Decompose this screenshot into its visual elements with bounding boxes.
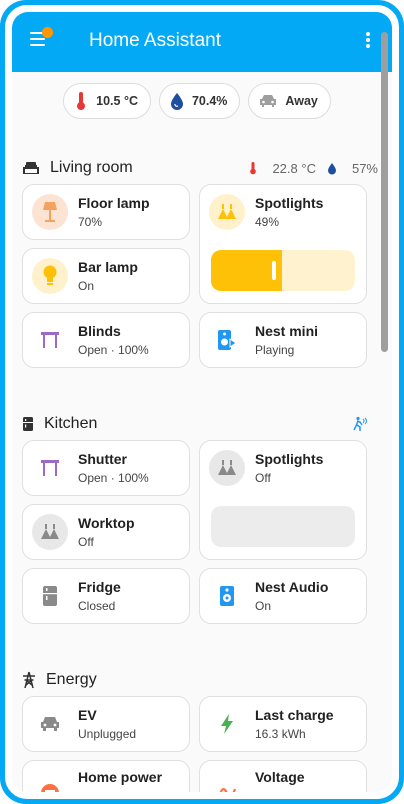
kitchen-spotlights-state: Off <box>255 470 271 485</box>
last-charge-name: Last charge <box>255 706 334 723</box>
spotlight-icon[interactable] <box>209 450 245 486</box>
sofa-icon <box>23 162 39 174</box>
scrollbar-thumb[interactable] <box>381 32 388 352</box>
notification-badge <box>42 27 53 38</box>
nest-mini-card[interactable]: Nest mini Playing <box>199 312 367 368</box>
car-icon[interactable] <box>32 706 68 742</box>
car-badge[interactable]: Away <box>248 83 331 119</box>
fridge-state: Closed <box>78 598 116 613</box>
bar-lamp-state: On <box>78 278 95 293</box>
voltage-name: Voltage <box>255 769 305 785</box>
last-charge-state: 16.3 kWh <box>255 726 306 741</box>
spotlight-icon[interactable] <box>32 514 68 550</box>
energy-header: Energy <box>22 668 378 692</box>
fridge-icon <box>23 417 33 431</box>
fridge-card[interactable]: Fridge Closed <box>22 568 190 624</box>
floor-lamp-icon[interactable] <box>32 194 68 230</box>
car-icon <box>260 95 277 107</box>
transmission-tower-icon <box>23 671 35 689</box>
thermometer-icon <box>77 92 86 110</box>
water-drop-icon <box>170 93 183 110</box>
living-room-header: Living room 22.8 °C 57% <box>22 156 378 180</box>
badge-row: 10.5 °C 70.4% Away <box>12 83 382 119</box>
kitchen-spotlights-card[interactable]: Spotlights Off <box>199 440 367 560</box>
more-options-icon[interactable] <box>366 32 372 50</box>
home-power-name: Home power <box>78 769 163 785</box>
car-badge-value: Away <box>285 94 318 108</box>
blinds-icon[interactable] <box>32 322 68 358</box>
device-frame: Home Assistant 10.5 °C 70.4% Away Living… <box>0 0 404 804</box>
worktop-state: Off <box>78 534 94 549</box>
spotlight-icon[interactable] <box>209 194 245 230</box>
floor-lamp-name: Floor lamp <box>78 194 150 211</box>
temperature-badge[interactable]: 10.5 °C <box>63 83 151 119</box>
section-title-living-room: Living room <box>50 159 133 176</box>
living-room-temperature: 22.8 °C <box>272 160 316 176</box>
lightbulb-icon[interactable] <box>32 258 68 294</box>
worktop-name: Worktop <box>78 514 135 531</box>
home-power-card[interactable]: Home power <box>22 760 190 792</box>
shutter-card[interactable]: Shutter Open · 100% <box>22 440 190 496</box>
living-room-spotlights-name: Spotlights <box>255 194 324 211</box>
nest-audio-card[interactable]: Nest Audio On <box>199 568 367 624</box>
blinds-state: Open · 100% <box>78 342 149 357</box>
kitchen-extra <box>352 416 378 432</box>
nest-audio-name: Nest Audio <box>255 578 329 595</box>
section-title-kitchen: Kitchen <box>44 415 98 432</box>
shutter-state: Open · 100% <box>78 470 149 485</box>
home-power-icon[interactable] <box>32 775 68 792</box>
shutter-name: Shutter <box>78 450 127 467</box>
fridge-icon[interactable] <box>32 578 68 614</box>
kitchen-header: Kitchen <box>22 412 378 436</box>
fridge-name: Fridge <box>78 578 121 595</box>
last-charge-card[interactable]: Last charge 16.3 kWh <box>199 696 367 752</box>
bar-lamp-card[interactable]: Bar lamp On <box>22 248 190 304</box>
thermometer-icon <box>250 162 257 175</box>
water-drop-icon <box>327 162 336 174</box>
nest-mini-name: Nest mini <box>255 322 319 339</box>
lightning-bolt-icon[interactable] <box>209 706 245 742</box>
ev-card[interactable]: EV Unplugged <box>22 696 190 752</box>
blinds-card[interactable]: Blinds Open · 100% <box>22 312 190 368</box>
kitchen-spotlights-brightness-slider[interactable] <box>211 506 355 547</box>
temperature-badge-value: 10.5 °C <box>96 94 138 108</box>
sine-wave-icon[interactable] <box>209 775 245 792</box>
bar-lamp-name: Bar lamp <box>78 258 138 275</box>
kitchen-spotlights-name: Spotlights <box>255 450 324 467</box>
living-room-spotlights-card[interactable]: Spotlights 49% <box>199 184 367 304</box>
living-room-humidity: 57% <box>351 160 378 176</box>
ev-name: EV <box>78 706 97 723</box>
ev-state: Unplugged <box>78 726 137 741</box>
dashboard-screen: Home Assistant 10.5 °C 70.4% Away Living… <box>12 12 392 792</box>
speaker-icon[interactable] <box>209 578 245 614</box>
shutter-icon[interactable] <box>32 450 68 486</box>
living-room-climate: 22.8 °C 57% <box>249 161 378 176</box>
device-screen-border: Home Assistant 10.5 °C 70.4% Away Living… <box>5 5 399 799</box>
app-toolbar: Home Assistant <box>12 12 392 72</box>
living-room-spotlights-state: 49% <box>255 214 280 229</box>
app-title: Home Assistant <box>89 30 221 51</box>
nest-audio-state: On <box>255 598 272 613</box>
speaker-play-icon[interactable] <box>209 322 245 358</box>
worktop-card[interactable]: Worktop Off <box>22 504 190 560</box>
living-room-spotlights-brightness-slider[interactable] <box>211 250 355 291</box>
blinds-name: Blinds <box>78 322 121 339</box>
nest-mini-state: Playing <box>255 342 295 357</box>
motion-sensor-icon[interactable] <box>352 416 368 432</box>
humidity-badge-value: 70.4% <box>191 94 228 108</box>
section-title-energy: Energy <box>46 671 97 688</box>
floor-lamp-state: 70% <box>78 214 103 229</box>
brightness-slider-handle[interactable] <box>272 261 276 280</box>
voltage-card[interactable]: Voltage <box>199 760 367 792</box>
floor-lamp-card[interactable]: Floor lamp 70% <box>22 184 190 240</box>
humidity-badge[interactable]: 70.4% <box>158 83 241 119</box>
